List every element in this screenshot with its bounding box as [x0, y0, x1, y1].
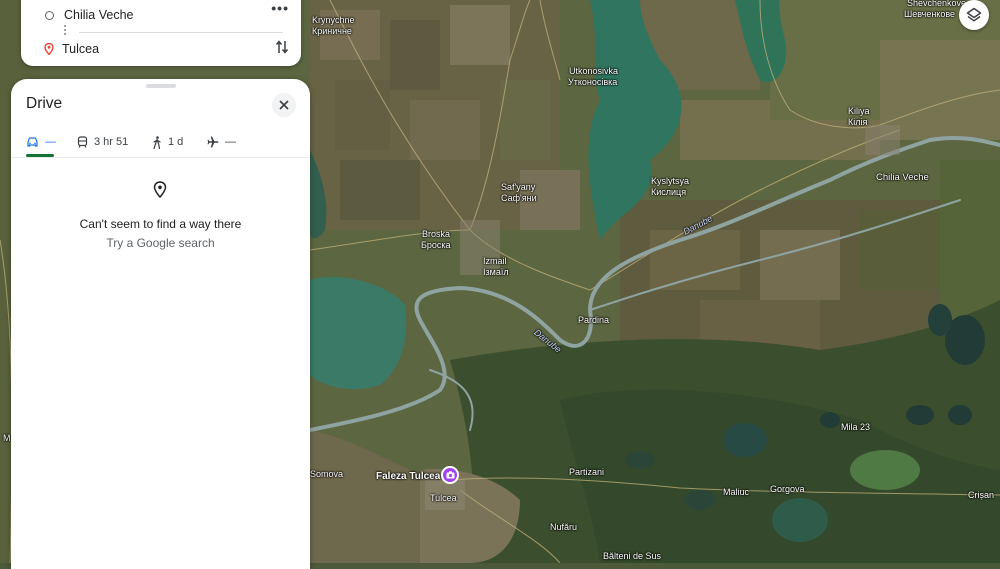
swap-vert-icon[interactable]: [275, 39, 289, 55]
car-icon: [27, 136, 38, 147]
label-shevchenkove: Shevchenkove: [907, 0, 967, 8]
label-izmail-cyr: Ізмаїл: [483, 267, 509, 277]
drag-handle[interactable]: [146, 84, 176, 88]
directions-panel: Drive — 3 hr 51 1 d — Can't seem to find…: [11, 79, 310, 569]
destination-input[interactable]: Tulcea: [62, 42, 99, 56]
label-utkonosivka: Utkonosivka: [569, 66, 619, 76]
tab-flight[interactable]: —: [207, 129, 236, 155]
flight-icon: [207, 136, 219, 148]
active-tab-indicator: [26, 154, 54, 157]
label-edge-m: M: [3, 433, 11, 443]
label-crisan: Crișan: [968, 490, 995, 500]
no-route-message: Can't seem to find a way there: [79, 217, 242, 231]
close-button[interactable]: [272, 93, 296, 117]
route-inputs-card: Chilia Veche Tulcea •••: [21, 0, 301, 66]
label-broska-cyr: Броска: [421, 240, 451, 250]
label-shevchenkove-cyr: Шевченкове: [904, 9, 956, 19]
tab-flight-label: —: [225, 136, 236, 148]
layers-button[interactable]: [959, 0, 989, 30]
more-horiz-icon[interactable]: •••: [271, 0, 289, 16]
origin-input[interactable]: Chilia Veche: [64, 8, 134, 22]
label-utkonosivka-cyr: Утконосівка: [568, 77, 618, 87]
route-divider: [79, 32, 283, 33]
label-chilia-veche: Chilia Veche: [876, 172, 929, 183]
label-kyslytsya-cyr: Кислиця: [651, 187, 687, 197]
label-kiliya-cyr: Кілія: [848, 117, 868, 127]
label-tulcea: Tulcea: [430, 493, 457, 503]
destination-row[interactable]: Tulcea: [21, 34, 301, 64]
label-krynychne-cyr: Криничне: [312, 26, 352, 36]
label-maliuc: Maliuc: [723, 487, 750, 497]
label-izmail: Izmail: [483, 256, 507, 266]
transit-icon: [77, 136, 88, 148]
label-kiliya: Kiliya: [848, 106, 870, 116]
label-faleza-tulcea[interactable]: Faleza Tulcea: [376, 472, 440, 482]
location-pin-icon: [153, 181, 167, 198]
label-pardina: Pardina: [578, 315, 610, 325]
tab-transit[interactable]: 3 hr 51: [77, 129, 128, 155]
tab-walk-label: 1 d: [168, 136, 184, 148]
label-baltenii: Bălteni de Sus: [603, 551, 662, 561]
origin-circle-icon: [45, 10, 54, 20]
poi-camera-icon[interactable]: [441, 466, 459, 484]
label-gorgova: Gorgova: [770, 484, 805, 494]
walk-icon: [153, 135, 161, 149]
label-somova: Somova: [310, 469, 344, 479]
layers-icon: [966, 7, 982, 22]
origin-row[interactable]: Chilia Veche: [21, 0, 301, 30]
label-safyany-cyr: Саф'яни: [501, 193, 537, 203]
panel-title: Drive: [26, 95, 63, 112]
label-safyany: Saf'yany: [501, 182, 536, 192]
label-partizani: Partizani: [569, 467, 605, 477]
label-kyslytsya: Kyslytsya: [651, 176, 690, 186]
tab-walk[interactable]: 1 d: [152, 129, 183, 155]
label-nufaru: Nufăru: [550, 522, 578, 532]
travel-mode-tabs: — 3 hr 51 1 d —: [11, 129, 310, 158]
google-search-link[interactable]: Try a Google search: [11, 236, 310, 250]
kiliya-urban: [865, 125, 900, 155]
tab-transit-label: 3 hr 51: [94, 136, 129, 148]
tab-drive[interactable]: —: [26, 129, 56, 155]
label-mila23: Mila 23: [841, 422, 871, 432]
destination-pin-icon: [44, 43, 54, 55]
tab-drive-label: —: [45, 136, 56, 148]
label-broska: Broska: [422, 229, 451, 239]
close-icon: [279, 100, 289, 110]
label-krynychne: Krynychne: [312, 15, 355, 25]
